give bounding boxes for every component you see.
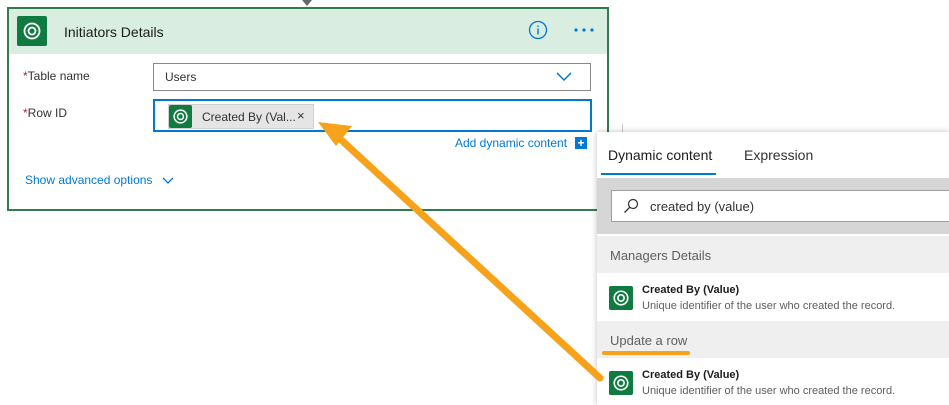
dynamic-content-panel: Dynamic content Expression created by (v… (597, 132, 949, 405)
card-title: Initiators Details (64, 24, 164, 40)
search-area: created by (value) (597, 178, 949, 234)
table-name-value: Users (165, 70, 197, 84)
initiators-details-card: Initiators Details *Table name Users *Ro… (7, 7, 609, 211)
search-input[interactable]: created by (value) (611, 190, 949, 222)
group-title: Managers Details (610, 248, 712, 263)
dynamic-item-created-by-update-row[interactable]: Created By (Value) Unique identifier of … (597, 360, 949, 404)
item-description: Unique identifier of the user who create… (642, 300, 896, 312)
add-dynamic-content-link[interactable]: Add dynamic content (455, 136, 567, 150)
search-icon (624, 198, 639, 213)
dataverse-icon (609, 286, 633, 310)
tab-dynamic-content[interactable]: Dynamic content (608, 147, 712, 163)
token-remove-button[interactable]: × (297, 108, 305, 123)
item-title: Created By (Value) (642, 369, 740, 381)
row-id-label: *Row ID (23, 106, 67, 120)
table-name-label-text: Table name (27, 69, 90, 83)
table-name-dropdown[interactable]: Users (153, 63, 591, 91)
active-tab-indicator (601, 173, 716, 175)
annotation-underline (602, 351, 690, 355)
chevron-down-icon[interactable] (556, 72, 572, 82)
dynamic-content-token[interactable]: Created By (Val... × (168, 104, 314, 129)
dynamic-item-created-by-managers[interactable]: Created By (Value) Unique identifier of … (597, 275, 949, 319)
show-advanced-options-link[interactable]: Show advanced options (25, 173, 174, 187)
dataverse-icon (17, 16, 47, 46)
dataverse-icon (609, 371, 633, 395)
info-icon[interactable] (528, 20, 548, 40)
row-id-label-text: Row ID (27, 106, 68, 120)
group-title: Update a row (610, 333, 688, 348)
table-name-label: *Table name (23, 69, 90, 83)
row-id-input[interactable]: Created By (Val... × (153, 99, 592, 132)
group-header-managers-details: Managers Details (597, 236, 949, 273)
chevron-down-icon (162, 177, 174, 184)
tab-expression[interactable]: Expression (744, 147, 813, 163)
search-value: created by (value) (650, 199, 755, 214)
card-header[interactable]: Initiators Details (9, 9, 607, 54)
dataverse-icon (169, 105, 192, 128)
item-description: Unique identifier of the user who create… (642, 385, 896, 397)
token-label: Created By (Val... (202, 110, 296, 124)
plus-icon[interactable]: + (575, 137, 587, 149)
flow-connector-arrow (302, 0, 312, 6)
show-advanced-options-label: Show advanced options (25, 173, 153, 187)
item-title: Created By (Value) (642, 284, 740, 296)
more-options-icon[interactable] (572, 20, 596, 40)
